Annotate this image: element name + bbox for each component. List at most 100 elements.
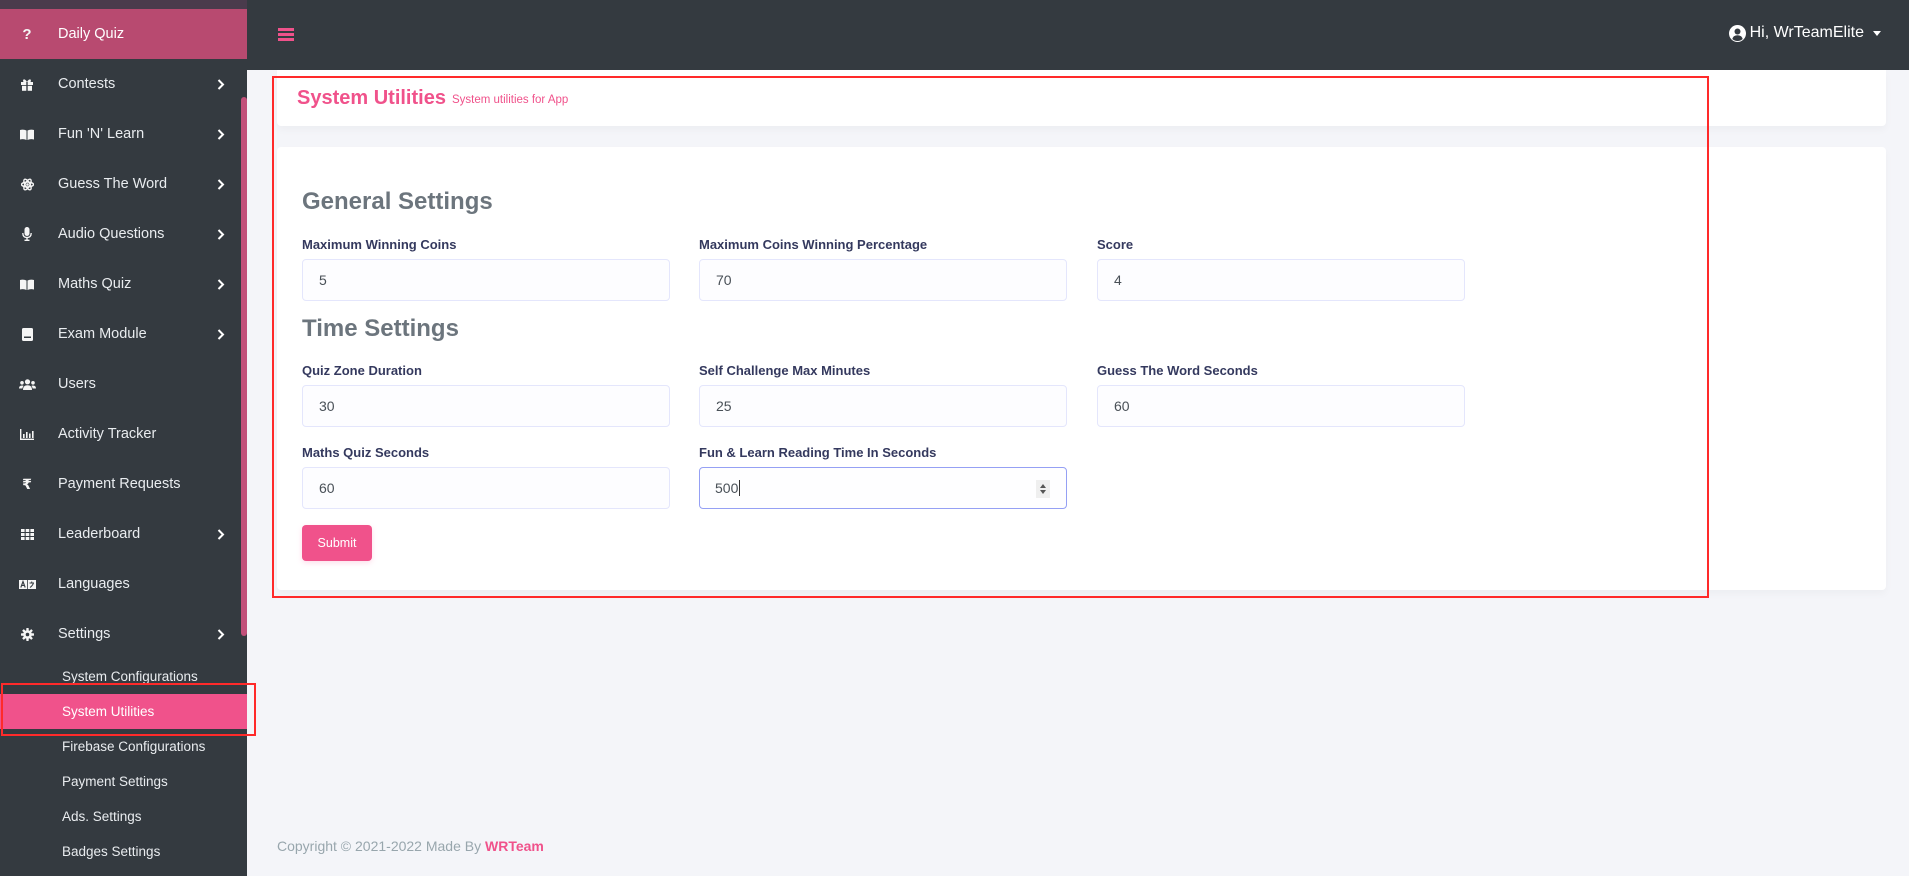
field-label: Maths Quiz Seconds bbox=[302, 445, 430, 460]
book-open-icon bbox=[0, 129, 54, 140]
input-value: 30 bbox=[319, 398, 335, 414]
book-icon bbox=[0, 327, 54, 341]
user-greeting: Hi, WrTeamElite bbox=[1749, 24, 1864, 41]
sidebar-item-label: Users bbox=[58, 376, 96, 392]
score-input[interactable]: 4 bbox=[1097, 259, 1465, 301]
field-fun-learn-reading-time: Fun & Learn Reading Time In Seconds 500 bbox=[699, 445, 1067, 509]
book-open-icon bbox=[0, 279, 54, 290]
field-maths-quiz-seconds: Maths Quiz Seconds 60 bbox=[302, 445, 670, 509]
field-max-winning-coins: Maximum Winning Coins 5 bbox=[302, 237, 670, 301]
field-label: Maximum Winning Coins bbox=[302, 237, 457, 252]
input-value: 5 bbox=[319, 272, 327, 288]
fun-learn-reading-time-input[interactable]: 500 bbox=[699, 467, 1067, 509]
sidebar-item-label: Languages bbox=[58, 576, 130, 592]
gear-icon bbox=[0, 627, 54, 641]
page-subtitle: System utilities for App bbox=[451, 94, 569, 106]
field-self-challenge-max-minutes: Self Challenge Max Minutes 25 bbox=[699, 363, 1067, 427]
sidebar-item-label: Payment Requests bbox=[58, 476, 181, 492]
users-icon bbox=[0, 378, 54, 390]
settings-submenu: System Configurations System Utilities F… bbox=[0, 659, 247, 869]
field-quiz-zone-duration: Quiz Zone Duration 30 bbox=[302, 363, 670, 427]
submenu-item-label: Payment Settings bbox=[62, 774, 168, 789]
submenu-item-firebase-configurations[interactable]: Firebase Configurations bbox=[0, 729, 247, 764]
number-spinner[interactable] bbox=[1036, 480, 1050, 498]
field-max-coins-winning-percentage: Maximum Coins Winning Percentage 70 bbox=[699, 237, 1067, 301]
sidebar-top-strip bbox=[0, 0, 247, 9]
sidebar-item-settings[interactable]: Settings bbox=[0, 609, 247, 659]
section-title-general: General Settings bbox=[302, 188, 493, 215]
sidebar-item-audio-questions[interactable]: Audio Questions bbox=[0, 209, 247, 259]
submenu-item-payment-settings[interactable]: Payment Settings bbox=[0, 764, 247, 799]
submit-button[interactable]: Submit bbox=[302, 525, 372, 561]
submenu-item-system-utilities[interactable]: System Utilities bbox=[0, 694, 247, 729]
input-value: 4 bbox=[1114, 272, 1122, 288]
submenu-item-label: System Utilities bbox=[62, 704, 155, 719]
hamburger-icon[interactable] bbox=[278, 28, 294, 42]
spin-down-icon[interactable] bbox=[1040, 490, 1046, 494]
sidebar-item-label: Activity Tracker bbox=[58, 426, 157, 442]
sidebar-scrollbar[interactable] bbox=[241, 97, 247, 636]
submenu-item-badges-settings[interactable]: Badges Settings bbox=[0, 834, 247, 869]
max-coins-winning-percentage-input[interactable]: 70 bbox=[699, 259, 1067, 301]
gift-icon bbox=[0, 78, 54, 91]
page-title: System Utilities bbox=[297, 86, 446, 109]
text-cursor bbox=[739, 480, 741, 496]
question-icon: ? bbox=[22, 25, 32, 43]
sidebar-item-maths-quiz[interactable]: Maths Quiz bbox=[0, 259, 247, 309]
sidebar-item-leaderboard[interactable]: Leaderboard bbox=[0, 509, 247, 559]
submenu-item-label: Ads. Settings bbox=[62, 809, 142, 824]
chevron-right-icon bbox=[215, 227, 227, 241]
field-label: Score bbox=[1097, 237, 1134, 252]
field-label: Fun & Learn Reading Time In Seconds bbox=[699, 445, 937, 460]
grid-icon bbox=[0, 528, 54, 540]
field-score: Score 4 bbox=[1097, 237, 1465, 301]
field-label: Self Challenge Max Minutes bbox=[699, 363, 871, 378]
self-challenge-max-minutes-input[interactable]: 25 bbox=[699, 385, 1067, 427]
chevron-right-icon bbox=[215, 127, 227, 141]
field-label: Guess The Word Seconds bbox=[1097, 363, 1258, 378]
sidebar-item-exam-module[interactable]: Exam Module bbox=[0, 309, 247, 359]
language-icon bbox=[0, 579, 54, 589]
topbar: Hi, WrTeamElite bbox=[247, 0, 1909, 70]
caret-down-icon bbox=[1873, 30, 1881, 36]
guess-the-word-seconds-input[interactable]: 60 bbox=[1097, 385, 1465, 427]
sidebar-item-activity-tracker[interactable]: Activity Tracker bbox=[0, 409, 247, 459]
max-winning-coins-input[interactable]: 5 bbox=[302, 259, 670, 301]
copyright-text: Copyright © 2021-2022 Made By bbox=[277, 838, 482, 854]
submenu-item-system-configurations[interactable]: System Configurations bbox=[0, 659, 247, 694]
sidebar: ? Daily Quiz Contests Fun 'N' Learn Gues… bbox=[0, 0, 247, 876]
sidebar-item-users[interactable]: Users bbox=[0, 359, 247, 409]
field-label: Maximum Coins Winning Percentage bbox=[699, 237, 928, 252]
sidebar-item-label: Daily Quiz bbox=[58, 26, 125, 42]
chevron-right-icon bbox=[215, 77, 227, 91]
field-label: Quiz Zone Duration bbox=[302, 363, 422, 378]
sidebar-item-payment-requests[interactable]: ₹ Payment Requests bbox=[0, 459, 247, 509]
atom-icon bbox=[0, 177, 54, 191]
submenu-item-ads-settings[interactable]: Ads. Settings bbox=[0, 799, 247, 834]
field-guess-the-word-seconds: Guess The Word Seconds 60 bbox=[1097, 363, 1465, 427]
input-value: 60 bbox=[319, 480, 335, 496]
chevron-right-icon bbox=[215, 177, 227, 191]
footer: Copyright © 2021-2022 Made By WRTeam bbox=[277, 838, 544, 854]
chart-bar-icon bbox=[0, 428, 54, 440]
wrteam-link[interactable]: WRTeam bbox=[485, 838, 544, 854]
input-value: 25 bbox=[716, 398, 732, 414]
input-value: 70 bbox=[716, 272, 732, 288]
user-menu[interactable]: Hi, WrTeamElite bbox=[1728, 24, 1881, 42]
spin-up-icon[interactable] bbox=[1040, 484, 1046, 488]
sidebar-item-guess-the-word[interactable]: Guess The Word bbox=[0, 159, 247, 209]
sidebar-item-fun-n-learn[interactable]: Fun 'N' Learn bbox=[0, 109, 247, 159]
sidebar-item-languages[interactable]: Languages bbox=[0, 559, 247, 609]
rupee-icon: ₹ bbox=[22, 475, 32, 492]
submenu-item-label: System Configurations bbox=[62, 669, 198, 684]
chevron-right-icon bbox=[215, 327, 227, 341]
submenu-item-label: Firebase Configurations bbox=[62, 739, 206, 754]
user-circle-icon bbox=[1728, 24, 1746, 42]
chevron-right-icon bbox=[215, 627, 227, 641]
sidebar-item-daily-quiz[interactable]: ? Daily Quiz bbox=[0, 9, 247, 59]
quiz-zone-duration-input[interactable]: 30 bbox=[302, 385, 670, 427]
maths-quiz-seconds-input[interactable]: 60 bbox=[302, 467, 670, 509]
chevron-right-icon bbox=[215, 527, 227, 541]
sidebar-item-contests[interactable]: Contests bbox=[0, 59, 247, 109]
section-title-time: Time Settings bbox=[302, 315, 459, 342]
